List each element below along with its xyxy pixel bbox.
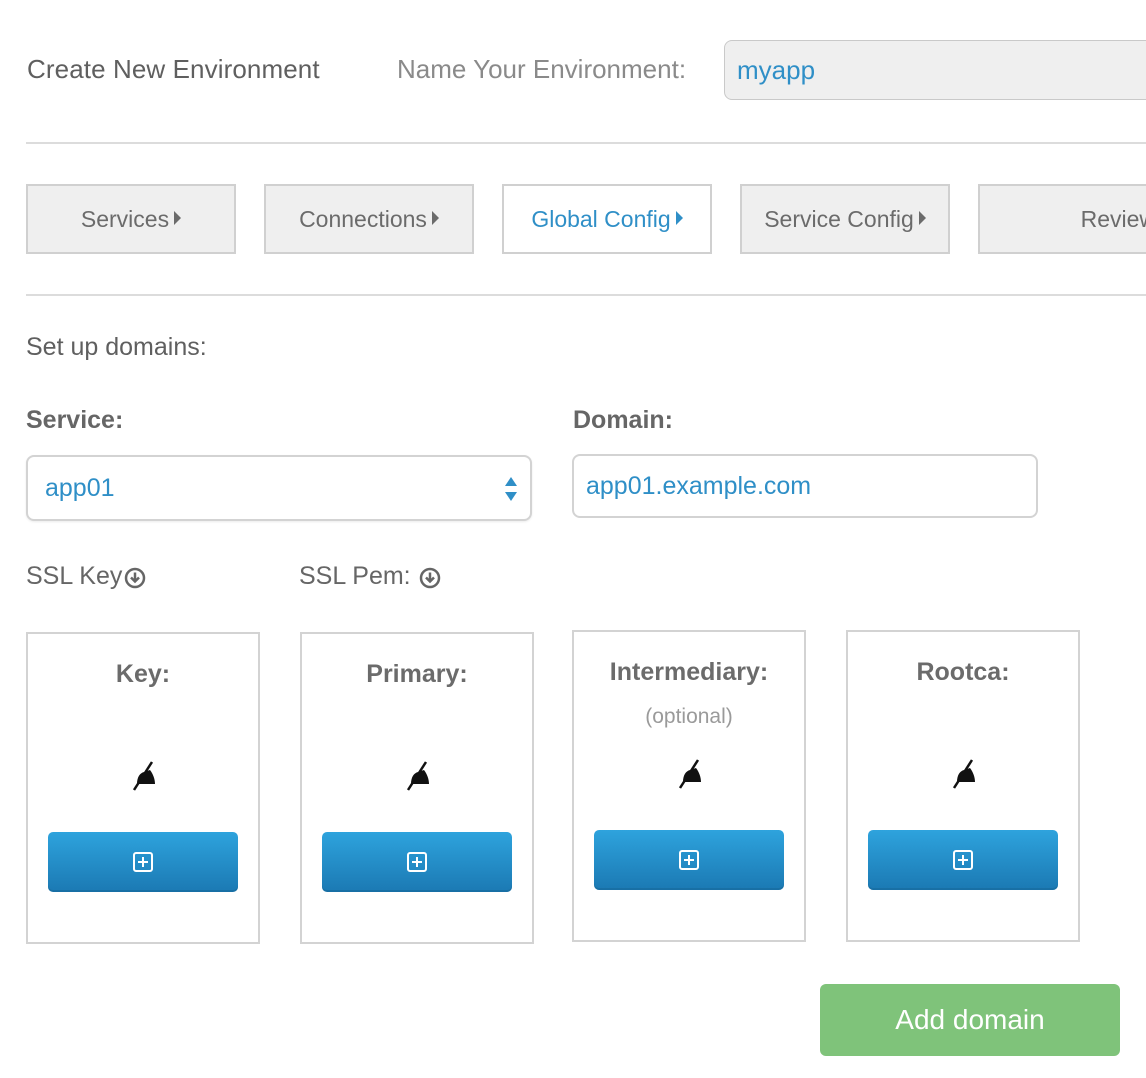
- step-global-config[interactable]: Global Config: [502, 184, 712, 254]
- domain-label: Domain:: [573, 406, 673, 434]
- header-divider: [26, 142, 1146, 144]
- card-title: Rootca:: [916, 658, 1010, 686]
- step-review[interactable]: Review: [978, 184, 1146, 254]
- card-primary: Primary:: [300, 632, 534, 944]
- card-subtitle: (optional): [645, 705, 733, 728]
- plus-square-icon: [679, 850, 699, 870]
- ssl-pem-label: SSL Pem:: [299, 562, 441, 591]
- ssl-key-label: SSL Key: [26, 562, 146, 591]
- card-title: Key:: [115, 660, 171, 688]
- card-title: Primary:: [366, 660, 468, 688]
- environment-name-input[interactable]: [724, 40, 1146, 100]
- plus-square-icon: [953, 850, 973, 870]
- ssl-pem-text: SSL Pem:: [299, 562, 411, 590]
- card-title: Intermediary:: [609, 658, 769, 686]
- step-review-label: Review: [1080, 205, 1146, 232]
- upload-intermediary-button[interactable]: [594, 830, 784, 890]
- caret-right-icon: [918, 211, 926, 225]
- environment-name-label: Name Your Environment:: [397, 54, 687, 84]
- section-label: Set up domains:: [26, 333, 207, 361]
- ssl-key-text: SSL Key: [26, 562, 123, 590]
- service-select-value: app01: [45, 474, 115, 502]
- step-services[interactable]: Services: [26, 184, 236, 254]
- step-service-config[interactable]: Service Config: [740, 184, 950, 254]
- card-intermediary: Intermediary: (optional): [572, 630, 806, 942]
- download-circle-icon[interactable]: [124, 567, 146, 589]
- card-key: Key:: [26, 632, 260, 944]
- add-domain-button[interactable]: Add domain: [820, 984, 1120, 1056]
- page-title: Create New Environment: [27, 54, 320, 84]
- caret-right-icon: [431, 211, 439, 225]
- no-file-icon: [678, 759, 701, 789]
- step-services-label: Services: [80, 205, 170, 232]
- step-connections[interactable]: Connections: [264, 184, 474, 254]
- card-rootca: Rootca:: [846, 630, 1080, 942]
- domain-input[interactable]: [572, 454, 1038, 518]
- upload-key-button[interactable]: [48, 832, 238, 892]
- download-circle-icon[interactable]: [419, 567, 441, 589]
- step-connections-label: Connections: [299, 205, 427, 232]
- no-file-icon: [952, 759, 975, 789]
- no-file-icon: [132, 761, 155, 791]
- plus-square-icon: [407, 852, 427, 872]
- step-service-config-label: Service Config: [764, 205, 914, 232]
- step-global-config-label: Global Config: [531, 205, 671, 232]
- service-label: Service:: [26, 406, 124, 434]
- upload-rootca-button[interactable]: [868, 830, 1058, 890]
- caret-right-icon: [174, 211, 182, 225]
- service-select[interactable]: app01: [26, 455, 532, 521]
- no-file-icon: [406, 761, 429, 791]
- plus-square-icon: [133, 852, 153, 872]
- upload-primary-button[interactable]: [322, 832, 512, 892]
- caret-right-icon: [675, 211, 683, 225]
- steps-divider: [26, 294, 1146, 296]
- select-updown-icon: [505, 477, 517, 501]
